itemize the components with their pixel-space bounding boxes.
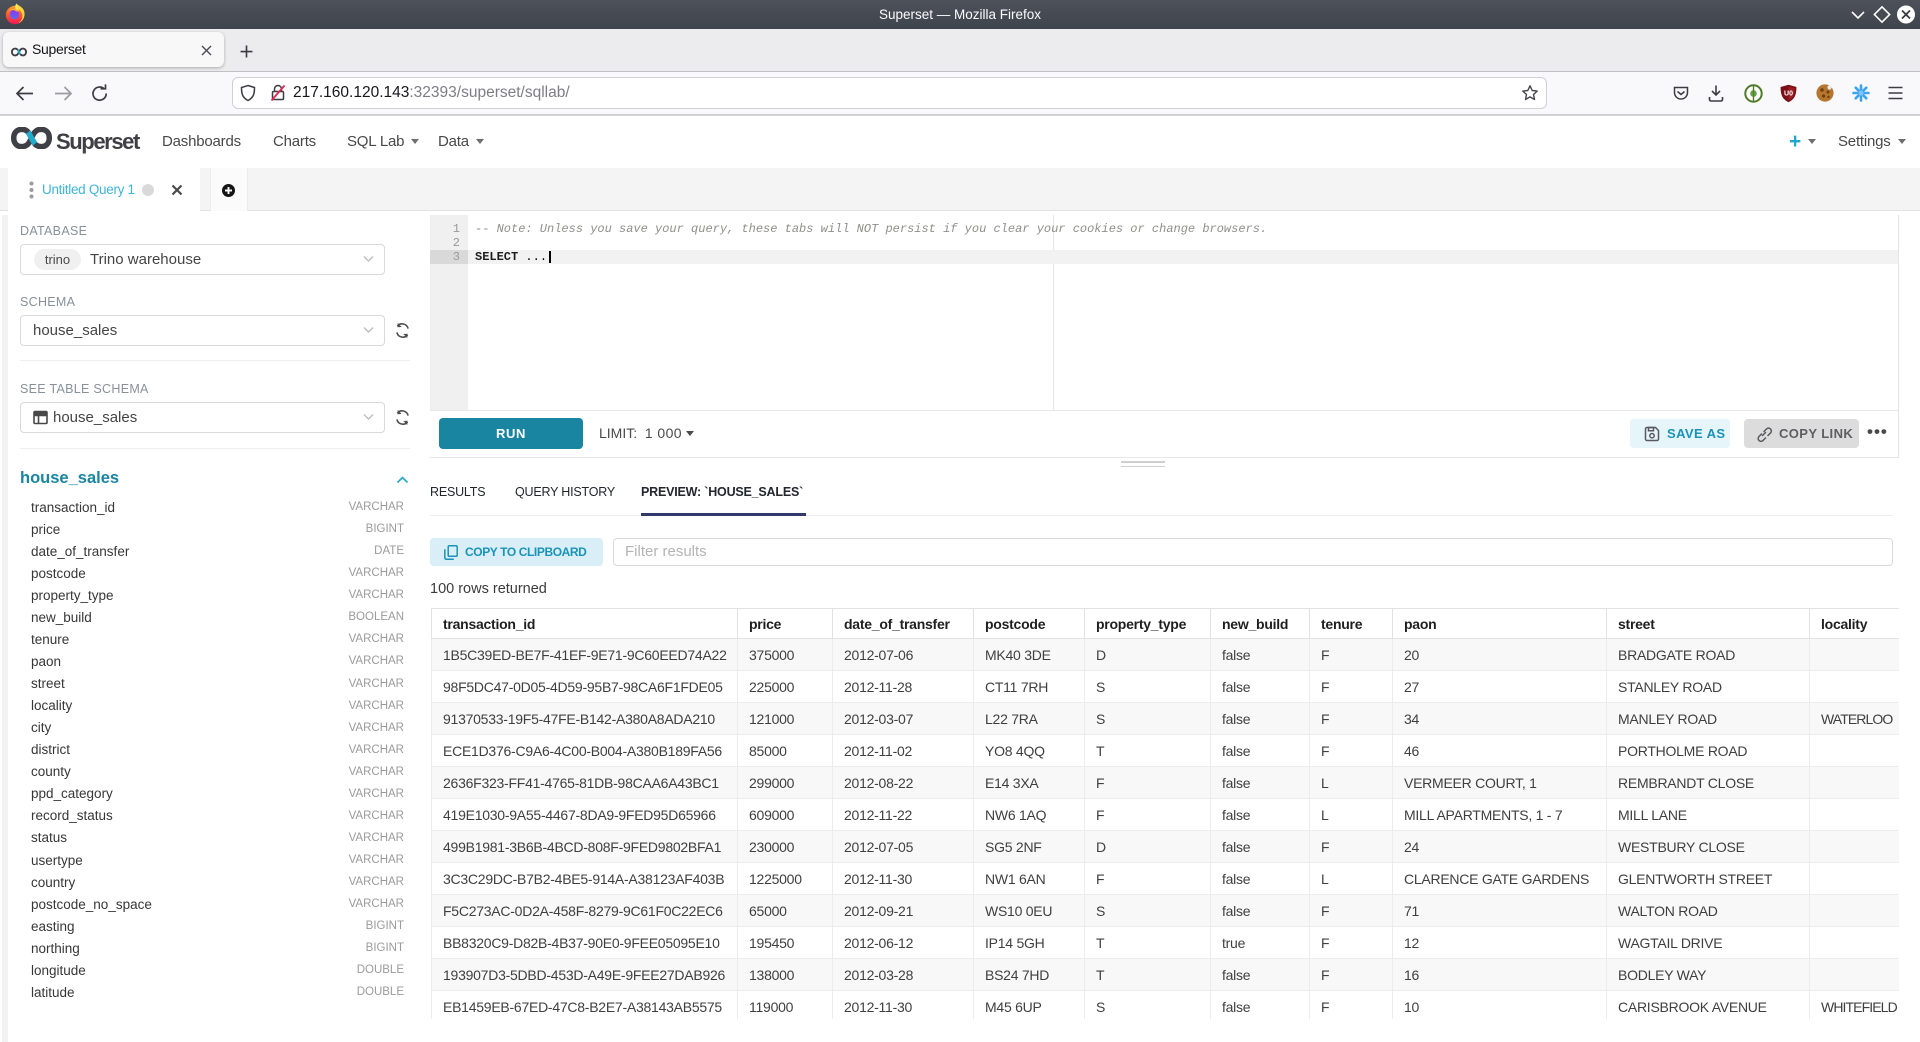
svg-text:U0: U0: [1784, 91, 1793, 98]
